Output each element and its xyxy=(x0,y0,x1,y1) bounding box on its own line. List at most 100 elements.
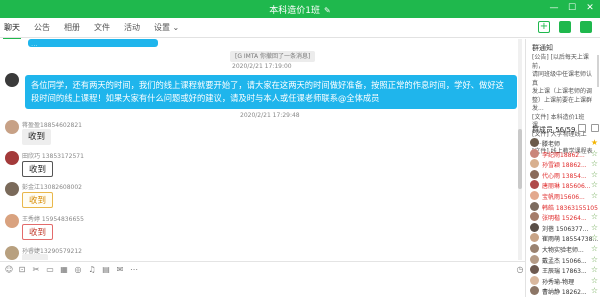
message-input[interactable] xyxy=(0,277,525,297)
message-bubble: 各位同学，还有两天的时间，我们的线上课程就要开始了，请大家在这两天的时间做好准备… xyxy=(25,75,517,109)
chat-scrollbar[interactable] xyxy=(518,39,522,260)
member-name: 张明楷 15264... xyxy=(542,215,587,223)
member-name: 代心雨 13854... xyxy=(542,172,587,180)
tab-files[interactable]: 文件 xyxy=(94,22,110,36)
sender-name: 蒋盈盈18854602821 xyxy=(22,122,82,129)
title-bar: 本科造价1班 ✎ — ☐ ✕ xyxy=(0,0,600,18)
member-item[interactable]: 孙雪颖 18862... ☆ xyxy=(530,159,600,169)
role-star-icon: ★ xyxy=(590,138,598,147)
close-button[interactable]: ✕ xyxy=(584,2,596,14)
sender-name: 田欣巧 13853172571 xyxy=(22,153,84,160)
add-member-icon[interactable] xyxy=(591,124,599,132)
system-notice: [G IMTA 你撤回了一条消息] xyxy=(230,51,316,62)
tab-announcement[interactable]: 公告 xyxy=(34,22,50,36)
member-name: 孙秀瑜-物理 xyxy=(542,278,575,286)
member-item[interactable]: 张明楷 15264... ☆ xyxy=(530,212,600,222)
notice-line: 整）上课前要在上课群发... xyxy=(532,96,593,113)
member-item[interactable]: 滕老师 ★ xyxy=(530,138,600,148)
member-name: 孙雪颖 18862... xyxy=(542,162,587,170)
notice-line[interactable]: [公告] [以后每天上课前， xyxy=(532,54,594,71)
avatar[interactable] xyxy=(5,151,19,165)
member-item[interactable]: 宝帆雨15606... ☆ xyxy=(530,191,600,201)
avatar[interactable] xyxy=(530,191,539,200)
window-controls: — ☐ ✕ xyxy=(548,2,596,14)
image-icon[interactable]: ▦ xyxy=(59,265,69,275)
tab-bar: 聊天 公告 相册 文件 活动 设置 ⌄ + xyxy=(0,18,600,40)
avatar[interactable] xyxy=(530,169,539,179)
member-item[interactable]: 李纪雨18862... ☆ xyxy=(530,148,600,159)
avatar[interactable] xyxy=(530,275,539,285)
mail-icon[interactable]: ✉ xyxy=(115,265,125,275)
gif-icon[interactable]: ⊡ xyxy=(17,265,27,275)
notice-scrollbar[interactable] xyxy=(597,55,599,87)
avatar[interactable] xyxy=(530,212,539,222)
member-item[interactable]: 刘蓓 1506377... ☆ xyxy=(530,222,600,233)
member-name: 滕老师 xyxy=(542,141,561,148)
member-item[interactable]: 孙秀瑜-物理 ☆ xyxy=(530,275,600,286)
member-item[interactable]: 代心雨 13854... ☆ xyxy=(530,169,600,180)
call-icon[interactable] xyxy=(580,21,592,33)
avatar[interactable] xyxy=(5,120,19,134)
avatar[interactable] xyxy=(530,286,539,296)
role-star-icon: ☆ xyxy=(590,159,598,169)
member-item[interactable]: 王辰瑞 17863... ☆ xyxy=(530,265,600,275)
role-star-icon: ☆ xyxy=(590,254,598,264)
edit-icon[interactable]: ✎ xyxy=(324,6,331,15)
chat-icon[interactable] xyxy=(559,21,571,33)
avatar[interactable] xyxy=(530,201,539,211)
music-icon[interactable]: ♫ xyxy=(87,265,97,275)
avatar[interactable] xyxy=(5,73,19,87)
maximize-button[interactable]: ☐ xyxy=(566,2,578,14)
more-icon[interactable]: ⋯ xyxy=(129,265,139,275)
message-bubble: 收到 xyxy=(22,224,54,240)
member-item[interactable]: 崔雨萌 18554738... ☆ xyxy=(530,233,600,243)
member-name: 王辰瑞 17863... xyxy=(542,268,587,276)
member-item[interactable]: 唐丽琳 185606... ☆ xyxy=(530,180,600,190)
folder-icon[interactable]: ▭ xyxy=(45,265,55,275)
avatar[interactable] xyxy=(530,159,539,169)
group-name: 本科造价1班 xyxy=(269,6,321,16)
group-sidebar: 群通知 [公告] [以后每天上课前， 请同班级中任课老师认真 发上课（上课老师的… xyxy=(525,39,600,297)
member-name: 大物实验老师... xyxy=(542,247,584,254)
scissors-icon[interactable]: ✂ xyxy=(31,265,41,275)
avatar[interactable] xyxy=(530,148,539,158)
avatar[interactable] xyxy=(530,254,539,264)
avatar[interactable] xyxy=(5,246,19,260)
avatar[interactable] xyxy=(530,138,539,147)
history-icon[interactable]: ◷ xyxy=(515,265,525,275)
emoji-icon[interactable]: ☺ xyxy=(4,265,14,275)
search-members-icon[interactable] xyxy=(578,124,586,132)
role-star-icon: ☆ xyxy=(590,286,598,296)
add-icon[interactable]: + xyxy=(538,21,550,33)
avatar[interactable] xyxy=(530,233,539,243)
member-name: 戴孟杰 15066... xyxy=(542,257,587,265)
avatar[interactable] xyxy=(530,222,539,232)
member-item[interactable]: 韩皓 18363155105 xyxy=(530,201,600,212)
scrollbar-thumb[interactable] xyxy=(518,129,522,189)
member-item[interactable]: 曹纳静 18262... ☆ xyxy=(530,286,600,296)
sender-name: 王秀婷 15954836655 xyxy=(22,216,84,223)
member-name: 刘蓓 1506377... xyxy=(542,225,589,233)
minimize-button[interactable]: — xyxy=(548,2,560,14)
tab-chat[interactable]: 聊天 xyxy=(3,22,21,40)
avatar[interactable] xyxy=(530,265,539,275)
tab-activity[interactable]: 活动 xyxy=(124,22,140,36)
document-icon[interactable]: ▤ xyxy=(101,265,111,275)
message-bubble: 收到 xyxy=(22,129,52,145)
member-item[interactable]: 戴孟杰 15066... ☆ xyxy=(530,254,600,265)
avatar[interactable] xyxy=(5,182,19,196)
notice-line: 发上课（上课老师的调 xyxy=(532,88,593,95)
screen-share-icon[interactable]: ◎ xyxy=(73,265,83,275)
member-name: 李纪雨18862... xyxy=(542,151,585,159)
member-name: 韩皓 18363155105 xyxy=(542,204,598,212)
sender-name: 彭金江13082608002 xyxy=(22,184,82,191)
tab-album[interactable]: 相册 xyxy=(64,22,80,36)
role-star-icon: ☆ xyxy=(590,222,598,232)
member-item[interactable]: 大物实验老师... ☆ xyxy=(530,244,600,254)
tab-settings[interactable]: 设置 ⌄ xyxy=(154,22,179,36)
avatar[interactable] xyxy=(5,214,19,228)
role-star-icon: ☆ xyxy=(590,148,598,158)
avatar[interactable] xyxy=(530,180,539,190)
avatar[interactable] xyxy=(530,244,539,253)
member-name: 宝帆雨15606... xyxy=(542,194,585,201)
